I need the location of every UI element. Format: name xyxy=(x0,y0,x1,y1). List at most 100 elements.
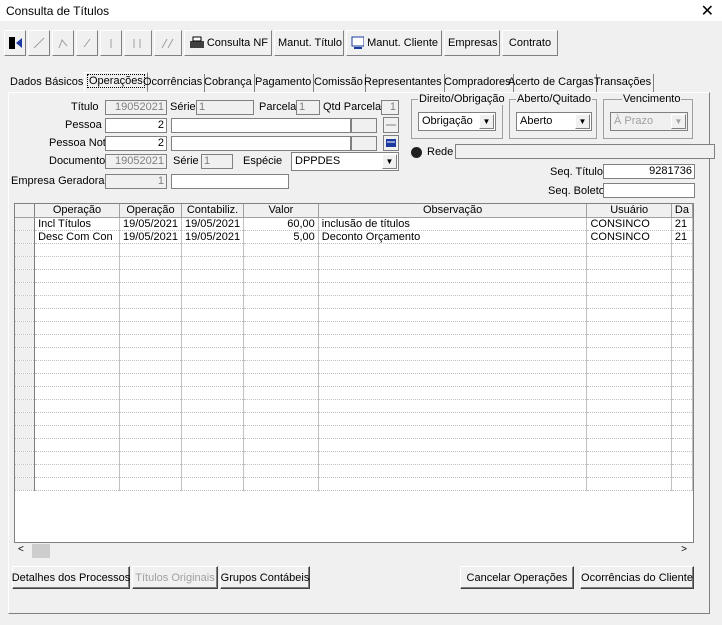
tab-acerto-de-cargas[interactable]: Acerto de Cargas xyxy=(506,74,597,92)
table-row[interactable] xyxy=(15,321,693,335)
table-row[interactable] xyxy=(15,438,693,452)
consulta-nf-button[interactable]: Consulta NF xyxy=(184,30,272,56)
table-row[interactable] xyxy=(15,308,693,322)
table-row[interactable]: Desc Com Con 19/05/2021 19/05/2021 5,00 … xyxy=(15,230,693,244)
table-cell xyxy=(318,425,588,439)
tab-ocorrencias[interactable]: Ocorrências xyxy=(141,74,206,92)
operacoes-grid[interactable]: Operação Operação Contabiliz. Valor Obse… xyxy=(14,203,694,543)
close-icon[interactable]: ✕ xyxy=(701,1,714,21)
pen-icon[interactable] xyxy=(52,30,74,56)
table-cell xyxy=(15,282,36,296)
table-row[interactable]: Incl Títulos 19/05/2021 19/05/2021 60,00… xyxy=(15,217,693,231)
pessoa-nota-name-field[interactable] xyxy=(171,136,351,151)
column-header[interactable]: Valor xyxy=(243,204,319,218)
table-cell xyxy=(15,386,36,400)
pessoa-name-field[interactable] xyxy=(171,118,351,133)
titulo-field[interactable]: 19052021 xyxy=(105,100,167,115)
seq-boleto-field[interactable] xyxy=(603,183,695,198)
manut-cliente-button[interactable]: Manut. Cliente xyxy=(346,30,442,56)
scroll-left-icon[interactable]: < xyxy=(18,544,24,555)
table-row[interactable] xyxy=(15,399,693,413)
seq-titulo-field[interactable]: 9281736 xyxy=(603,164,695,179)
empresa-field[interactable]: 1 xyxy=(105,174,167,189)
table-row[interactable] xyxy=(15,412,693,426)
table-cell xyxy=(15,438,36,452)
scroll-right-icon[interactable]: > xyxy=(681,544,687,555)
column-header[interactable]: Operação xyxy=(119,204,183,218)
table-cell xyxy=(119,412,183,426)
table-cell: inclusão de títulos xyxy=(318,217,588,231)
manut-titulo-button[interactable]: Manut. Título xyxy=(274,30,344,56)
table-cell xyxy=(181,256,245,270)
title-bar: Consulta de Títulos ✕ xyxy=(0,0,722,22)
table-row[interactable] xyxy=(15,334,693,348)
edit-icon[interactable] xyxy=(28,30,50,56)
empresa-name-field[interactable] xyxy=(171,174,289,189)
separator-icon[interactable] xyxy=(100,30,122,56)
table-cell xyxy=(34,295,120,309)
slash-icon[interactable] xyxy=(154,30,182,56)
grupos-contabeis-button[interactable]: Grupos Contábeis xyxy=(220,566,310,589)
chevron-down-icon: ▼ xyxy=(575,114,590,129)
tab-comissao[interactable]: Comissão xyxy=(312,74,366,92)
tab-compradores[interactable]: Compradores xyxy=(442,74,514,92)
table-row[interactable] xyxy=(15,425,693,439)
table-cell xyxy=(119,451,183,465)
pessoa-detail-icon[interactable] xyxy=(383,117,399,133)
column-header[interactable]: Operação xyxy=(34,204,120,218)
tab-transacoes[interactable]: Transações xyxy=(592,74,655,92)
pessoa-nota-extra-field[interactable] xyxy=(351,136,377,151)
table-row[interactable] xyxy=(15,451,693,465)
column-header[interactable]: Usuário xyxy=(586,204,672,218)
table-row[interactable] xyxy=(15,282,693,296)
table-row[interactable] xyxy=(15,373,693,387)
table-row[interactable] xyxy=(15,295,693,309)
table-cell xyxy=(318,308,588,322)
column-header[interactable]: Contabiliz. xyxy=(181,204,245,218)
table-cell xyxy=(15,464,36,478)
vencimento-group: Vencimento À Prazo ▼ xyxy=(603,93,693,139)
scroll-thumb[interactable] xyxy=(32,544,50,558)
cancelar-operacoes-button[interactable]: Cancelar Operações xyxy=(460,566,574,589)
check-icon[interactable] xyxy=(76,30,98,56)
double-bar-icon[interactable] xyxy=(124,30,152,56)
detalhes-processos-button[interactable]: Detalhes dos Processos xyxy=(12,566,130,589)
ocorrencias-cliente-button[interactable]: Ocorrências do Cliente xyxy=(580,566,694,589)
serie2-field[interactable]: 1 xyxy=(201,154,233,169)
especie-select[interactable]: DPPDES ▼ xyxy=(291,152,399,171)
titulos-originais-button[interactable]: Títulos Originais xyxy=(132,566,218,589)
table-row[interactable] xyxy=(15,347,693,361)
direito-select[interactable]: Obrigação ▼ xyxy=(418,112,496,131)
aberto-select[interactable]: Aberto ▼ xyxy=(516,112,592,131)
table-cell xyxy=(181,464,245,478)
pessoa-field[interactable]: 2 xyxy=(105,118,167,133)
table-row[interactable] xyxy=(15,477,693,491)
documento-field[interactable]: 19052021 xyxy=(105,154,167,169)
exit-icon[interactable] xyxy=(4,30,26,56)
tab-pagamento[interactable]: Pagamento xyxy=(253,74,315,92)
table-row[interactable] xyxy=(15,243,693,257)
table-row[interactable] xyxy=(15,386,693,400)
list-detail-icon[interactable] xyxy=(383,135,399,151)
horizontal-scrollbar[interactable]: < > xyxy=(15,543,693,559)
serie-field[interactable]: 1 xyxy=(196,100,254,115)
contrato-button[interactable]: Contrato xyxy=(502,30,558,56)
table-row[interactable] xyxy=(15,464,693,478)
tab-dados-basicos[interactable]: Dados Básicos xyxy=(8,74,87,92)
table-cell: Desc Com Con xyxy=(34,230,120,244)
empresas-button[interactable]: Empresas xyxy=(444,30,500,56)
vencimento-select[interactable]: À Prazo ▼ xyxy=(610,112,688,131)
table-row[interactable] xyxy=(15,269,693,283)
table-row[interactable] xyxy=(15,256,693,270)
qtd-parcela-field[interactable]: 1 xyxy=(381,100,399,115)
tab-representantes[interactable]: Representantes xyxy=(362,74,445,92)
table-row[interactable] xyxy=(15,360,693,374)
column-header[interactable]: Da xyxy=(671,204,693,218)
parcela-field[interactable]: 1 xyxy=(296,100,320,115)
column-header[interactable]: Observação xyxy=(318,204,588,218)
rede-field[interactable] xyxy=(455,144,715,159)
tab-operacoes[interactable]: Operações xyxy=(84,72,148,92)
tab-cobranca[interactable]: Cobrança xyxy=(202,74,255,92)
pessoa-nota-field[interactable]: 2 xyxy=(105,136,167,151)
pessoa-extra-field[interactable] xyxy=(351,118,377,133)
